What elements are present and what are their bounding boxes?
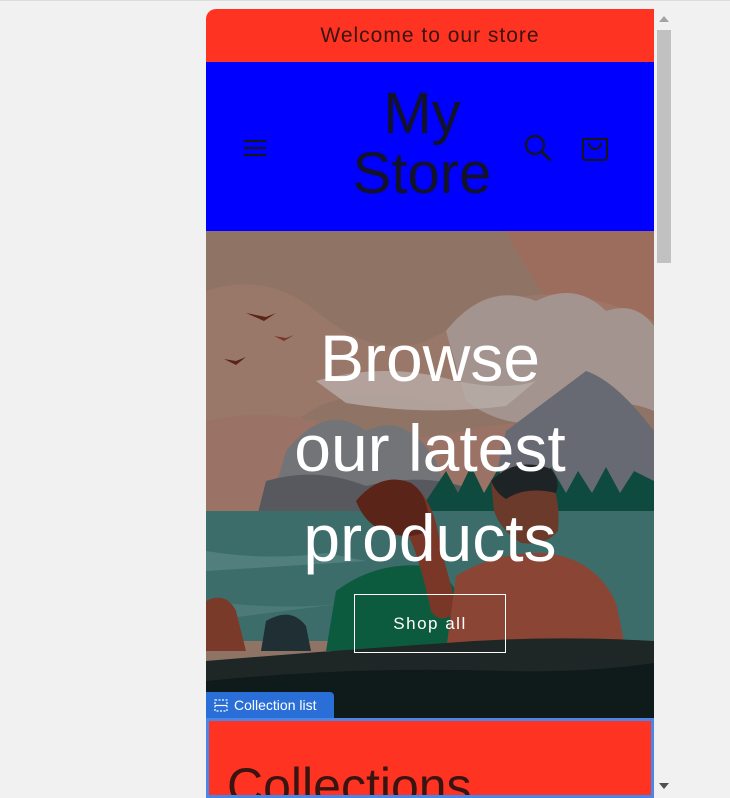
search-icon[interactable]: [522, 132, 554, 164]
vertical-scrollbar[interactable]: [654, 9, 674, 798]
hero-heading-line2: our latest: [294, 411, 566, 485]
hero-heading: Browse our latest products: [226, 313, 634, 583]
scrollbar-thumb[interactable]: [657, 30, 671, 263]
collections-heading: Collections: [227, 758, 472, 798]
collection-list-section-tag[interactable]: Collection list: [206, 692, 334, 718]
scroll-up-arrow-icon[interactable]: [659, 16, 669, 22]
collections-section[interactable]: Collections: [206, 718, 654, 798]
top-divider: [0, 0, 730, 1]
store-name-line1: My: [383, 81, 461, 146]
shop-all-button[interactable]: Shop all: [354, 594, 506, 653]
section-icon: [214, 698, 228, 712]
hero-banner: Browse our latest products Shop all: [206, 231, 654, 723]
section-tag-label: Collection list: [234, 697, 317, 713]
hero-heading-line1: Browse: [319, 321, 541, 395]
preview-frame: Welcome to our store My Store Browse our…: [206, 9, 674, 798]
announcement-text: Welcome to our store: [320, 23, 540, 47]
store-name-line2: Store: [352, 141, 492, 206]
preview-viewport: Welcome to our store My Store Browse our…: [206, 9, 654, 798]
site-header: My Store: [206, 62, 654, 231]
scroll-down-arrow-icon[interactable]: [659, 783, 669, 789]
hamburger-menu-icon[interactable]: [242, 136, 270, 160]
store-logo-title[interactable]: My Store: [336, 84, 508, 204]
hero-heading-line3: products: [303, 501, 557, 575]
cart-icon[interactable]: [578, 130, 612, 164]
announcement-bar: Welcome to our store: [206, 9, 654, 62]
